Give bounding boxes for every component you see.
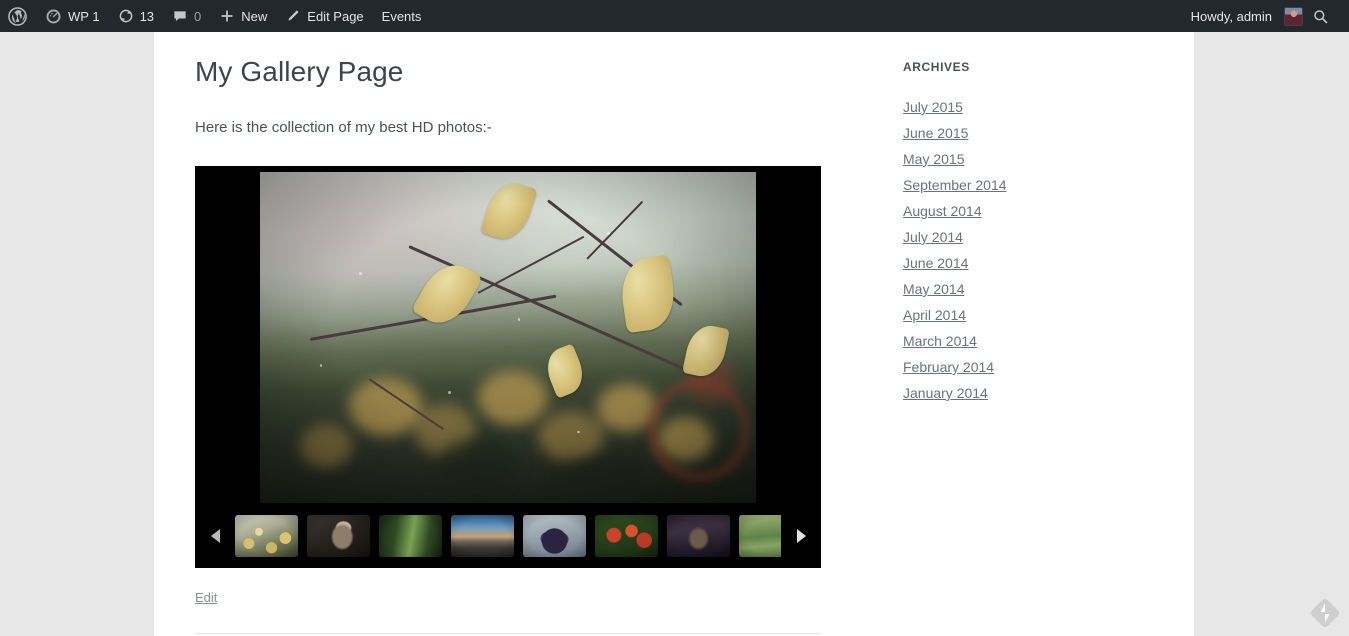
dashboard-speedometer-icon bbox=[45, 8, 62, 25]
my-account-button[interactable]: Howdy, admin bbox=[1182, 0, 1302, 32]
archive-link[interactable]: February 2014 bbox=[903, 359, 994, 375]
gallery-thumbnail[interactable] bbox=[739, 514, 781, 557]
thumbnail-shade bbox=[523, 514, 586, 557]
howdy-label: Howdy, admin bbox=[1190, 8, 1272, 24]
gallery-next-button[interactable] bbox=[781, 503, 821, 568]
archive-list-item: August 2014 bbox=[903, 204, 1153, 220]
jetpack-badge-icon[interactable] bbox=[1308, 596, 1342, 630]
thumbnail-shade bbox=[451, 514, 514, 557]
edit-post-link[interactable]: Edit bbox=[195, 590, 217, 605]
hero-vignette bbox=[260, 172, 756, 504]
gallery-thumbnail[interactable] bbox=[595, 514, 658, 557]
site-name-button[interactable]: WP 1 bbox=[36, 0, 109, 32]
thumbnail-shade bbox=[595, 514, 658, 557]
updates-count: 13 bbox=[139, 8, 155, 24]
archive-list-item: February 2014 bbox=[903, 360, 1153, 376]
search-icon bbox=[1312, 8, 1329, 25]
gallery-thumbnail[interactable] bbox=[451, 514, 514, 557]
comments-count: 0 bbox=[194, 8, 202, 24]
thumbnail-list bbox=[235, 503, 781, 568]
archive-link[interactable]: May 2014 bbox=[903, 281, 964, 297]
gallery-thumbnail[interactable] bbox=[523, 514, 586, 557]
thumbnail-shade bbox=[235, 514, 298, 557]
archive-link[interactable]: March 2014 bbox=[903, 333, 977, 349]
thumbnail-shade bbox=[379, 514, 442, 557]
new-content-button[interactable]: New bbox=[210, 0, 276, 32]
archive-link[interactable]: September 2014 bbox=[903, 177, 1007, 193]
archive-list-item: May 2014 bbox=[903, 282, 1153, 298]
archive-list-item: June 2015 bbox=[903, 126, 1153, 142]
archive-link[interactable]: August 2014 bbox=[903, 203, 982, 219]
content-divider bbox=[195, 633, 821, 635]
archive-link[interactable]: May 2015 bbox=[903, 151, 964, 167]
archive-link[interactable]: April 2014 bbox=[903, 307, 966, 323]
comments-button[interactable]: 0 bbox=[163, 0, 210, 32]
gallery-thumbnail[interactable] bbox=[307, 514, 370, 557]
archives-list: July 2015 June 2015 May 2015 September 2014… bbox=[903, 100, 1153, 402]
image-gallery[interactable] bbox=[195, 166, 821, 569]
new-content-label: New bbox=[241, 8, 268, 24]
updates-refresh-icon bbox=[118, 8, 134, 24]
edit-page-label: Edit Page bbox=[307, 8, 364, 24]
pencil-icon bbox=[285, 8, 301, 24]
archive-list-item: July 2014 bbox=[903, 230, 1153, 246]
gallery-thumbnail[interactable] bbox=[235, 514, 298, 557]
comment-bubble-icon bbox=[172, 8, 188, 24]
archive-link[interactable]: January 2014 bbox=[903, 385, 988, 401]
archive-list-item: July 2015 bbox=[903, 100, 1153, 116]
gallery-hero-image[interactable] bbox=[260, 172, 756, 504]
gallery-thumbnail-strip bbox=[195, 503, 821, 569]
sidebar: ARCHIVES July 2015 June 2015 May 2015 Septe… bbox=[903, 32, 1153, 412]
updates-button[interactable]: 13 bbox=[109, 0, 163, 32]
edit-page-button[interactable]: Edit Page bbox=[276, 0, 372, 32]
archive-list-item: April 2014 bbox=[903, 308, 1153, 324]
wordpress-logo-button[interactable] bbox=[0, 0, 36, 32]
archive-list-item: January 2014 bbox=[903, 386, 1153, 402]
archive-link[interactable]: July 2015 bbox=[903, 99, 963, 115]
wordpress-logo-icon bbox=[8, 6, 27, 26]
archive-list-item: May 2015 bbox=[903, 152, 1153, 168]
archive-link[interactable]: June 2014 bbox=[903, 255, 968, 271]
main-content: My Gallery Page Here is the collection o… bbox=[195, 32, 821, 635]
archive-list-item: March 2014 bbox=[903, 334, 1153, 350]
archives-widget-title: ARCHIVES bbox=[903, 60, 970, 74]
events-button[interactable]: Events bbox=[373, 0, 431, 32]
archive-link[interactable]: June 2015 bbox=[903, 125, 968, 141]
gallery-prev-button[interactable] bbox=[195, 503, 235, 568]
adminbar-right-group: Howdy, admin bbox=[1182, 0, 1349, 32]
thumbnail-shade bbox=[739, 514, 781, 557]
chevron-right-icon bbox=[796, 528, 806, 543]
events-label: Events bbox=[381, 8, 422, 24]
archive-list-item: September 2014 bbox=[903, 178, 1153, 194]
site-name-label: WP 1 bbox=[68, 8, 100, 24]
gallery-thumbnail[interactable] bbox=[667, 514, 730, 557]
wp-admin-bar: WP 1 13 0 New Edit Page Events Howdy, ad… bbox=[0, 0, 1349, 32]
thumbnail-shade bbox=[307, 514, 370, 557]
gallery-thumbnail[interactable] bbox=[379, 514, 442, 557]
page-container: My Gallery Page Here is the collection o… bbox=[154, 32, 1194, 636]
search-button[interactable] bbox=[1304, 8, 1339, 25]
plus-icon bbox=[219, 8, 235, 24]
archive-link[interactable]: July 2014 bbox=[903, 229, 963, 245]
page-title: My Gallery Page bbox=[195, 56, 404, 87]
archive-list-item: June 2014 bbox=[903, 256, 1153, 272]
chevron-left-icon bbox=[210, 528, 220, 543]
thumbnail-shade bbox=[667, 514, 730, 557]
avatar bbox=[1285, 7, 1302, 25]
intro-paragraph: Here is the collection of my best HD pho… bbox=[195, 119, 492, 137]
